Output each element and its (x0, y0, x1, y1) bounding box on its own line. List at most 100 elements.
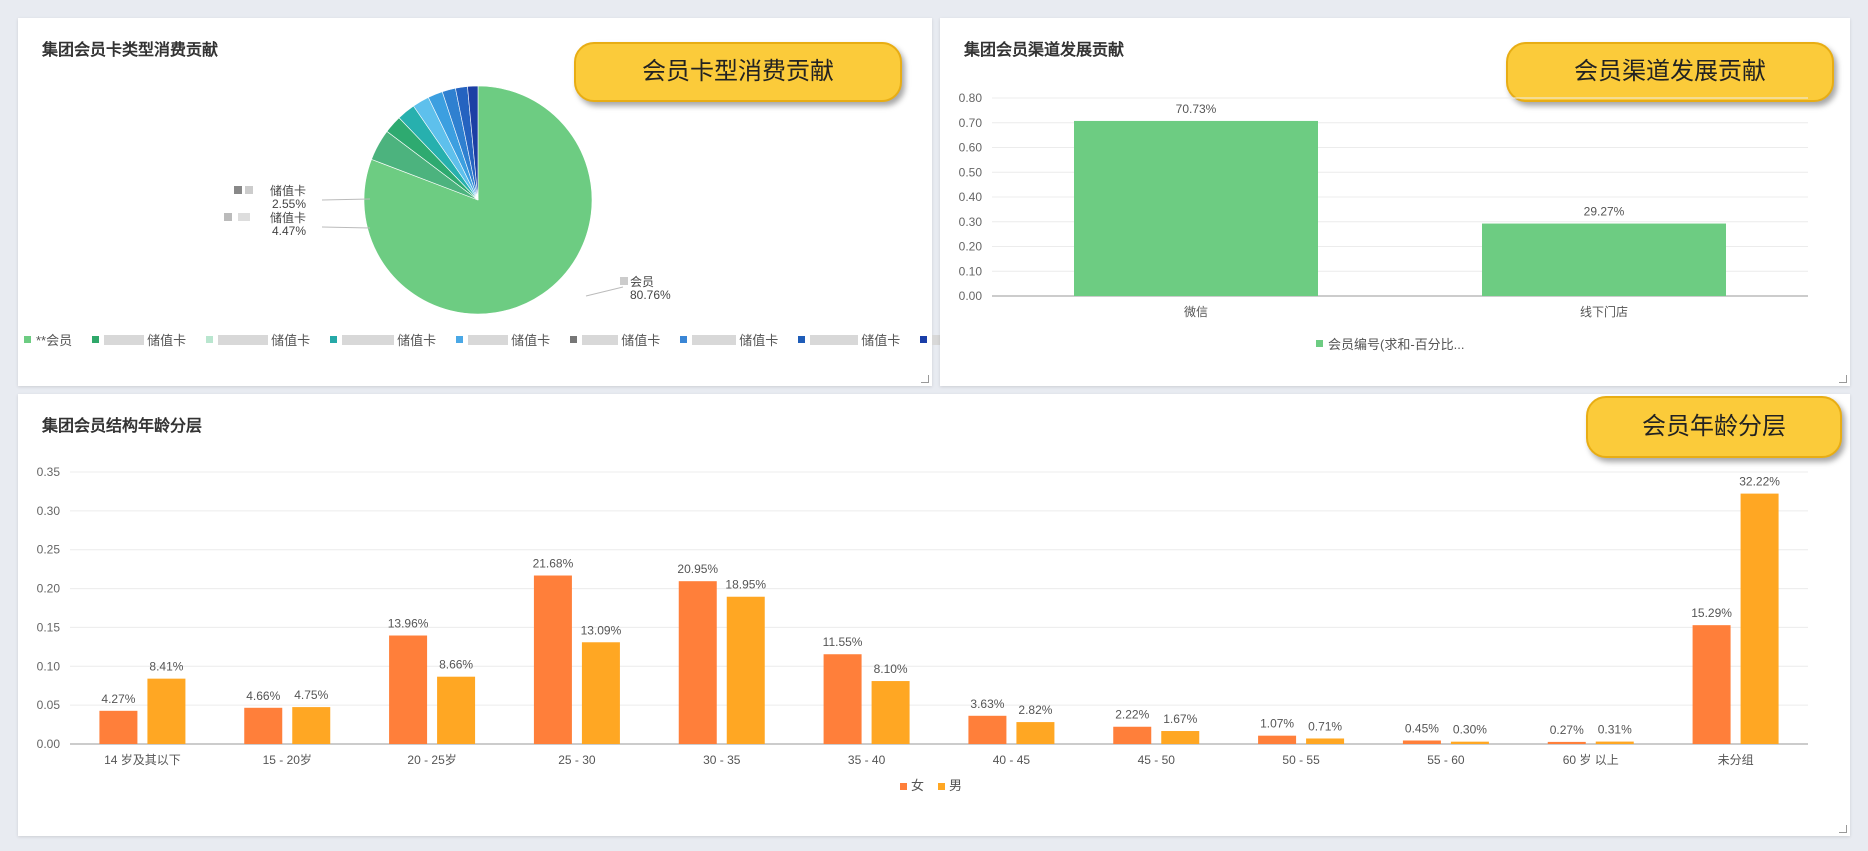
y-tick-label: 0.35 (37, 465, 61, 479)
data-label: 0.27% (1550, 723, 1584, 737)
bar (244, 707, 283, 744)
data-label: 15.29% (1691, 606, 1732, 620)
legend-item[interactable]: 储值卡 (456, 330, 550, 349)
y-tick-label: 0.00 (959, 289, 983, 303)
bar (581, 642, 620, 744)
data-label: 1.67% (1163, 712, 1197, 726)
redacted-text (238, 213, 250, 221)
y-tick-label: 0.25 (37, 543, 61, 557)
data-label: 0.71% (1308, 719, 1342, 733)
legend-swatch (92, 336, 100, 343)
data-label: 2.22% (1115, 708, 1149, 722)
bar (1402, 740, 1441, 744)
redacted-text (620, 277, 628, 285)
redacted-text (234, 186, 242, 194)
bar (292, 707, 331, 744)
legend-item[interactable]: 储值卡 (798, 330, 900, 349)
y-tick-label: 0.10 (959, 264, 983, 278)
x-tick-label: 微信 (1184, 305, 1208, 319)
x-tick-label: 15 - 20岁 (263, 752, 312, 767)
x-tick-label: 35 - 40 (848, 753, 886, 767)
y-tick-label: 0.00 (37, 737, 61, 751)
y-tick-label: 0.05 (37, 698, 61, 712)
data-label: 13.09% (581, 623, 622, 637)
bar (1161, 731, 1200, 744)
bar (1016, 722, 1055, 744)
resize-handle[interactable] (1839, 825, 1847, 833)
redacted-text (104, 334, 145, 345)
y-tick-label: 0.20 (37, 582, 61, 596)
redacted-text (810, 334, 859, 345)
y-tick-label: 0.30 (37, 504, 61, 518)
legend-item[interactable]: 储值卡 (206, 330, 310, 349)
data-label: 4.27% (101, 692, 135, 706)
slice-value-label: 2.55% (272, 197, 306, 211)
data-label: 4.66% (246, 689, 280, 703)
legend-item[interactable]: 储值卡 (92, 330, 186, 349)
data-label: 18.95% (725, 578, 766, 592)
legend-label: **会员 (36, 333, 73, 348)
pie-legend: **会员储值卡储值卡储值卡储值卡储值卡储值卡储值卡◀1/2▶ (24, 330, 1034, 349)
legend-swatch (456, 336, 464, 343)
bar (871, 681, 910, 744)
legend-label: 储值卡 (271, 333, 311, 348)
x-tick-label: 25 - 30 (558, 753, 596, 767)
bar (437, 676, 476, 744)
y-tick-label: 0.60 (959, 141, 983, 155)
channel-legend: 会员编号(求和-百分比... (1316, 334, 1465, 353)
legend-swatch (330, 336, 338, 343)
data-label: 0.45% (1405, 722, 1439, 736)
bar (147, 678, 186, 744)
y-tick-label: 0.10 (37, 659, 61, 673)
bar (823, 654, 862, 744)
bar (99, 710, 138, 744)
bar (726, 596, 765, 744)
data-label: 29.27% (1584, 205, 1625, 219)
redacted-text (468, 334, 509, 345)
redacted-text (582, 334, 619, 345)
bar (389, 635, 428, 744)
legend-label: 储值卡 (621, 333, 661, 348)
x-tick-label: 60 岁 以上 (1563, 752, 1619, 767)
legend-label: 储值卡 (147, 333, 187, 348)
redacted-text (245, 186, 253, 194)
bar (1450, 741, 1489, 744)
legend-swatch (1316, 340, 1323, 347)
legend-swatch (798, 336, 806, 343)
x-tick-label: 20 - 25岁 (407, 752, 456, 767)
age-panel: 集团会员结构年龄分层 会员年龄分层 0.00 0.05 0.10 0.15 0.20 0.… (18, 394, 1850, 836)
bar (1482, 223, 1726, 296)
y-tick-label: 0.70 (959, 116, 983, 130)
bar (1740, 493, 1779, 744)
legend-item[interactable]: 储值卡 (570, 330, 660, 349)
data-label: 0.30% (1453, 723, 1487, 737)
resize-handle[interactable] (921, 375, 929, 383)
data-label: 3.63% (970, 697, 1004, 711)
slice-label: 储值卡 (270, 183, 306, 198)
bar (1595, 741, 1634, 744)
redacted-text (218, 334, 269, 345)
x-tick-label: 未分组 (1718, 753, 1754, 767)
leader-line (321, 226, 371, 229)
legend-item[interactable]: **会员 (24, 330, 72, 349)
legend-label: 女 (911, 778, 924, 793)
legend-label: 男 (949, 778, 962, 793)
legend-swatch (680, 336, 688, 343)
resize-handle[interactable] (1839, 375, 1847, 383)
legend-item[interactable]: 储值卡 (680, 330, 778, 349)
slice-label: 会员 (630, 275, 654, 289)
bar (533, 575, 572, 744)
pie-panel: 集团会员卡类型消费贡献 会员卡型消费贡献 会员 80.76% 储值卡 4.47% 储值卡… (18, 18, 1031, 386)
legend-item[interactable]: 储值卡 (330, 330, 436, 349)
bar (1074, 120, 1318, 296)
channel-panel: 集团会员渠道发展贡献 会员渠道发展贡献 0.00 0.10 0.20 0.30 0.40… (940, 18, 1850, 386)
y-tick-label: 0.50 (959, 165, 983, 179)
legend-label: 储值卡 (861, 333, 901, 348)
legend-label: 储值卡 (511, 333, 551, 348)
data-label: 32.22% (1739, 475, 1780, 489)
data-label: 8.41% (149, 660, 183, 674)
x-tick-label: 30 - 35 (703, 753, 741, 767)
bar (1547, 741, 1586, 744)
age-bar-chart: 0.00 0.05 0.10 0.15 0.20 0.25 0.30 0.35 4.27% 8.4… (37, 465, 1808, 793)
y-tick-label: 0.40 (959, 190, 983, 204)
